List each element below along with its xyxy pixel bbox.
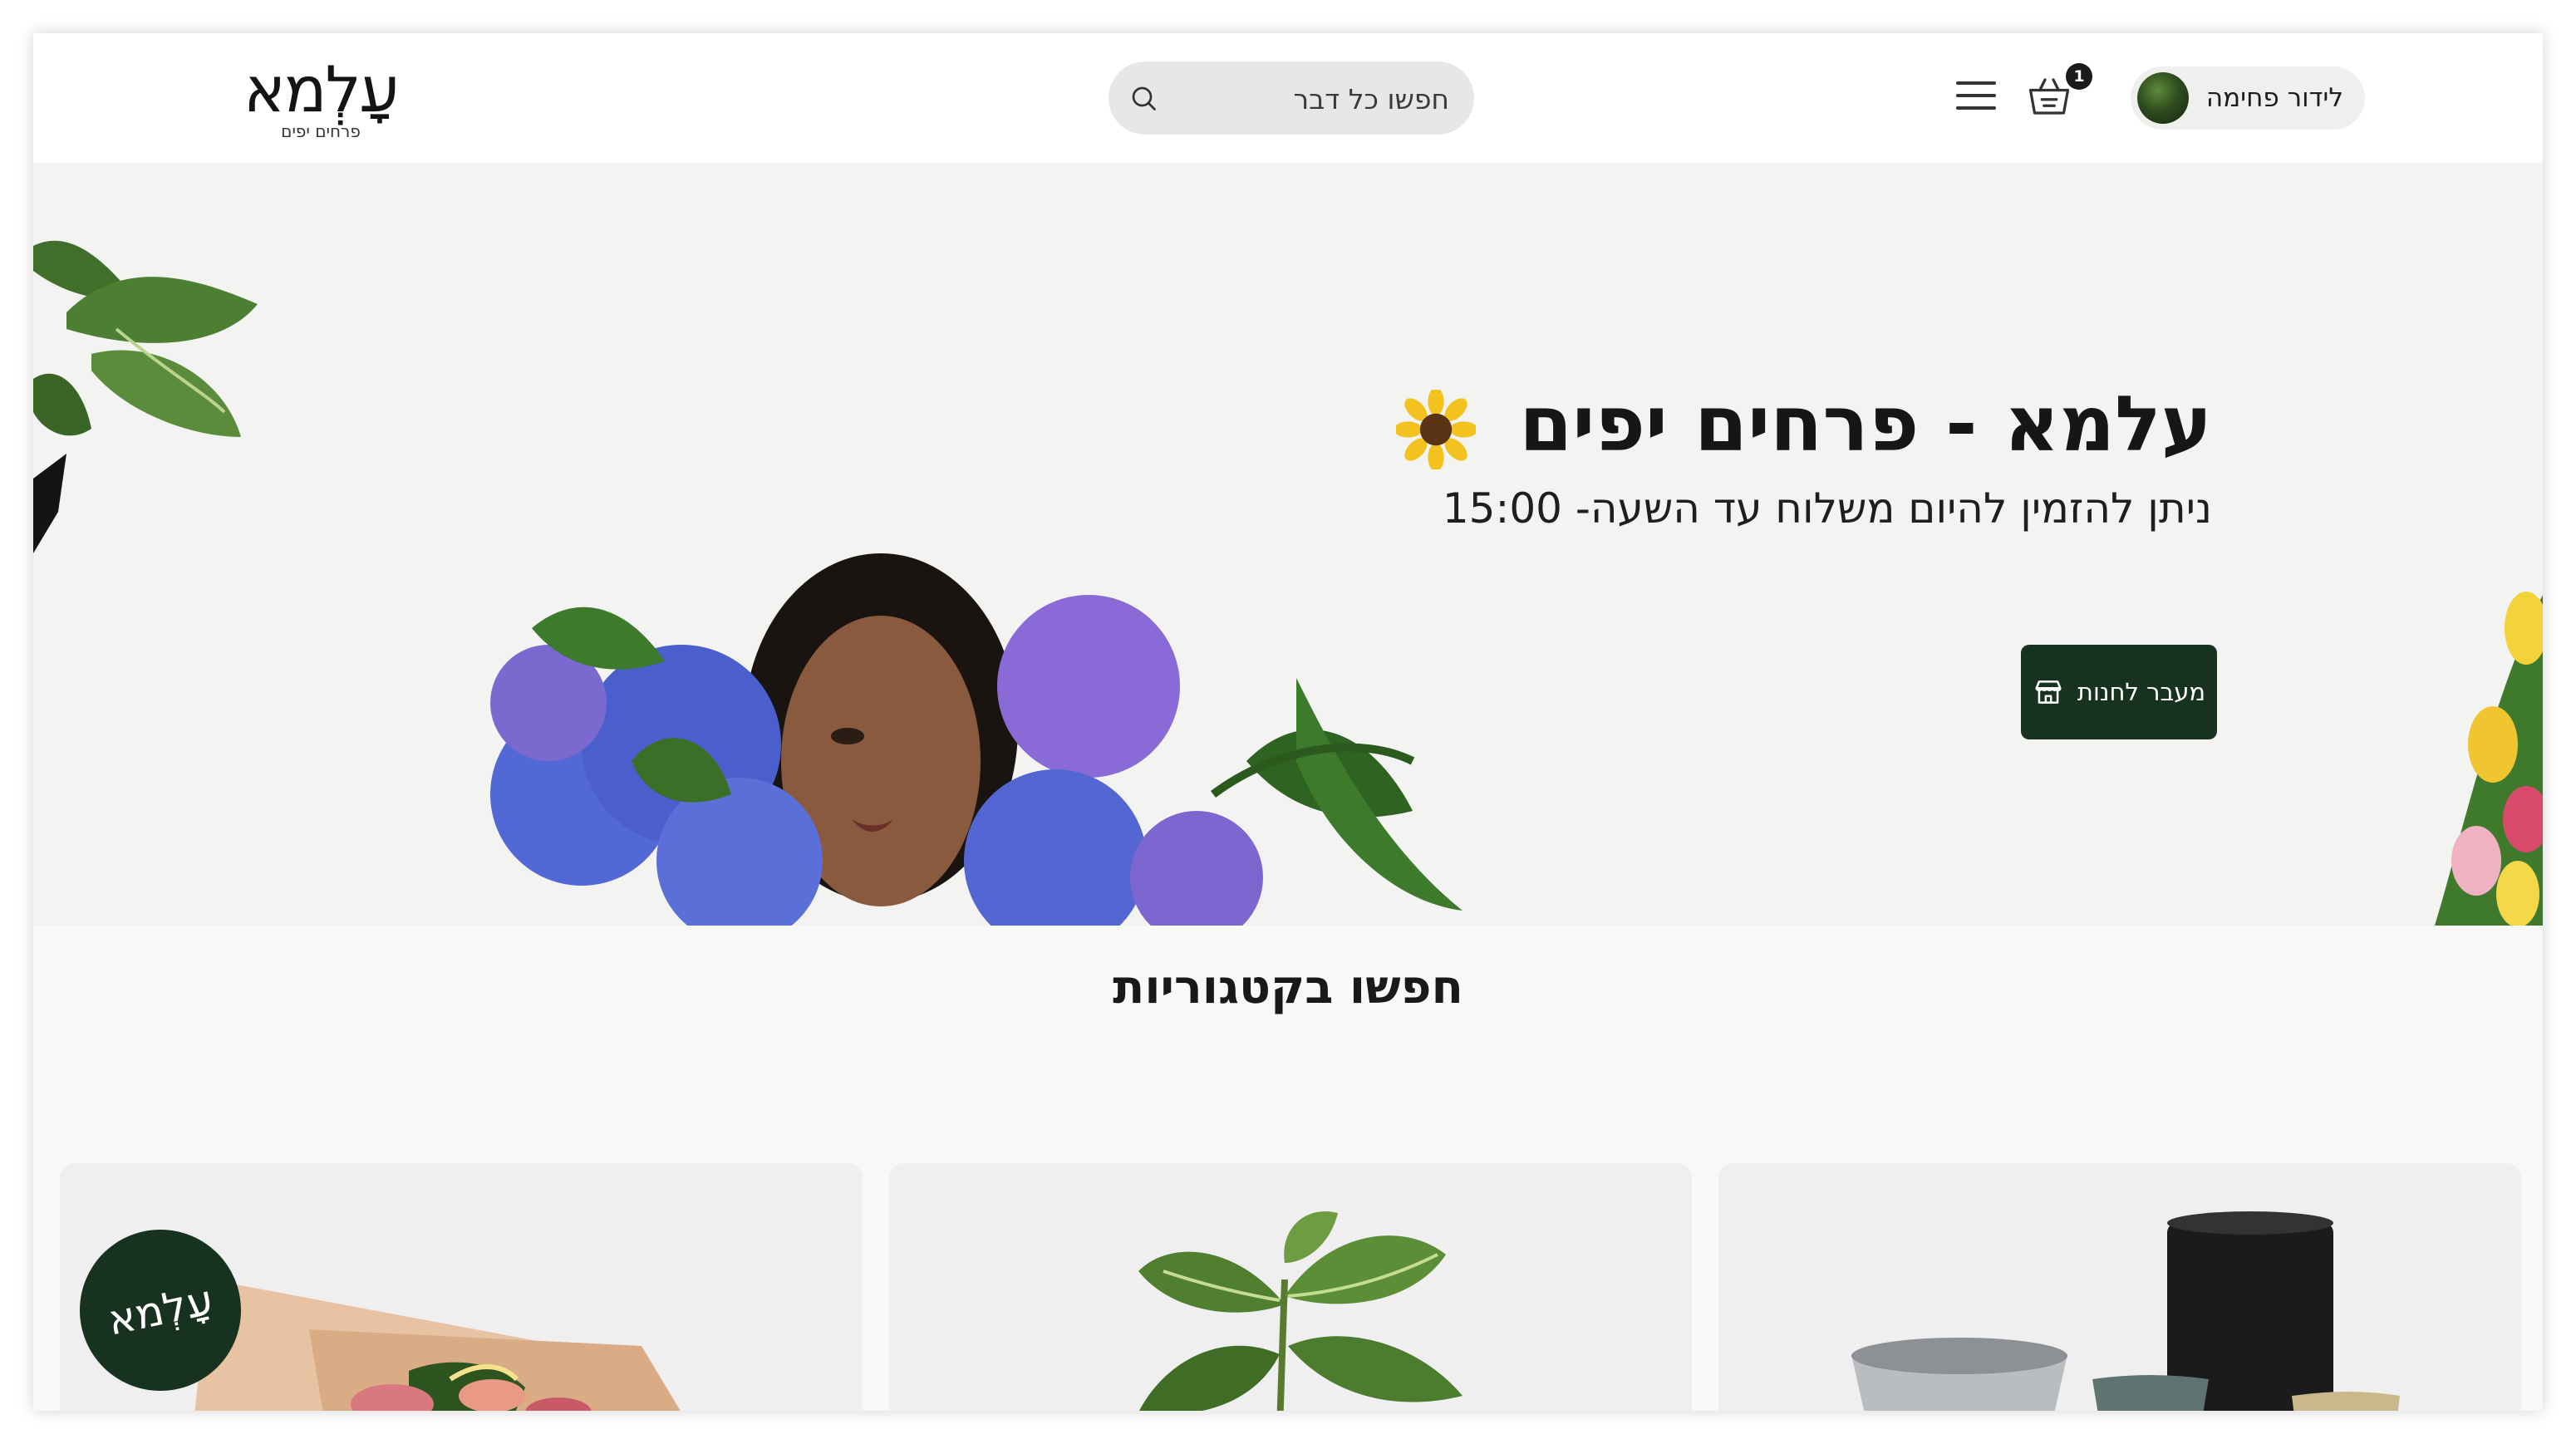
woman-with-hydrangeas — [490, 553, 1463, 926]
avatar — [2137, 72, 2189, 124]
search-bar — [1109, 61, 1474, 136]
account-name: לידור פחימה — [2205, 83, 2343, 113]
categories-heading: חפשו בקטגוריות — [1113, 960, 1463, 1014]
sunflower-emoji — [1396, 389, 1477, 469]
account-button[interactable]: לידור פחימה — [2131, 66, 2365, 130]
go-to-store-label: מעבר לחנות — [2077, 678, 2206, 706]
hero-subtitle: ניתן להזמין להיום משלוח עד השעה- 15:00 — [1442, 484, 2212, 533]
plant-leaves-left — [33, 240, 258, 553]
plant-image — [1138, 1211, 1463, 1411]
logo-wordmark: עָלְמא — [243, 52, 400, 126]
tulips-right — [2435, 592, 2543, 926]
menu-icon[interactable] — [1956, 81, 1996, 115]
category-card-plants[interactable] — [889, 1163, 1692, 1411]
store-icon — [2035, 680, 2062, 704]
badge-text: עָלְמא — [103, 1275, 218, 1345]
hero-illustration — [33, 240, 2543, 926]
hero-title-text: עלמא - פרחים יפים — [1519, 380, 2212, 469]
brand-floating-badge[interactable]: עָלְמא — [80, 1230, 241, 1391]
site-header: עָלְמא פרחים יפים 1 לידור פחימה — [33, 33, 2543, 163]
browser-viewport: עָלְמא פרחים יפים 1 לידור פחימה — [33, 33, 2543, 1411]
site-logo[interactable]: עָלְמא פרחים יפים — [238, 55, 404, 155]
hero-title: עלמא - פרחים יפים — [1396, 379, 2212, 470]
search-icon[interactable] — [1128, 83, 1158, 113]
category-card-pots[interactable] — [1718, 1163, 2521, 1411]
go-to-store-button[interactable]: מעבר לחנות — [2021, 645, 2217, 739]
pots-image — [1851, 1211, 2400, 1411]
search-input[interactable] — [1173, 61, 1451, 136]
hero-banner: עלמא - פרחים יפים ניתן להזמין להיום משלו… — [33, 163, 2543, 926]
cart-count-badge: 1 — [2066, 63, 2092, 90]
